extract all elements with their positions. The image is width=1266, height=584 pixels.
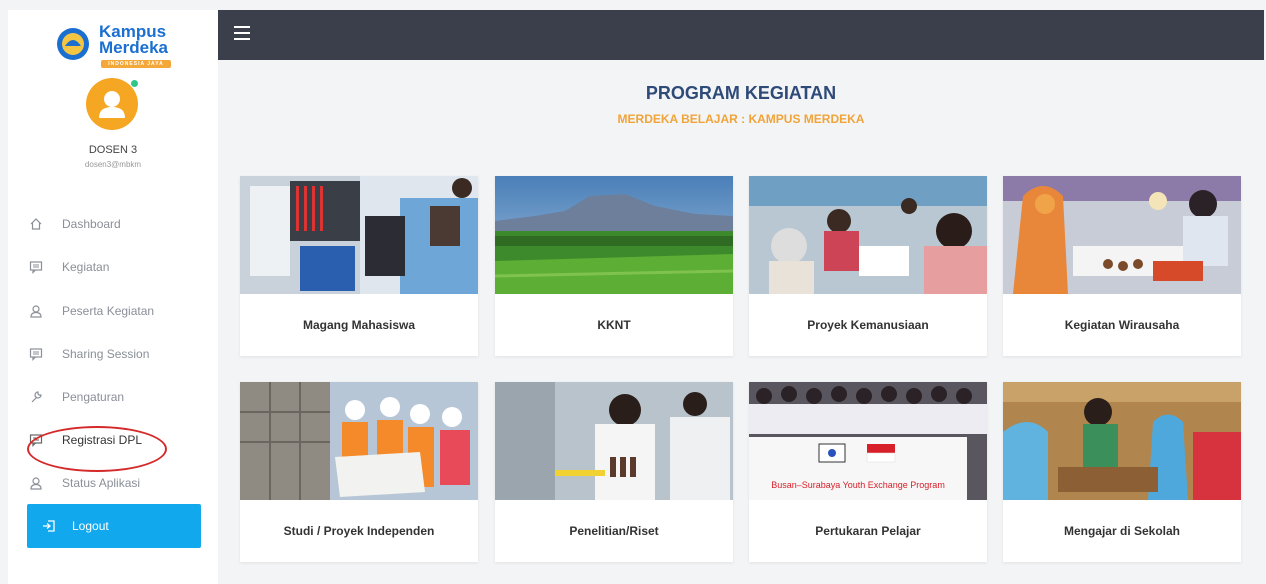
logo-emblem-icon — [57, 28, 89, 60]
chat-icon — [28, 346, 44, 362]
user-avatar-icon — [99, 91, 125, 118]
top-navbar — [218, 10, 1264, 60]
sidebar-item-label: Kegiatan — [62, 260, 110, 274]
wrench-icon — [28, 389, 44, 405]
user-icon — [28, 303, 44, 319]
program-image — [240, 382, 478, 500]
user-icon — [28, 475, 44, 491]
home-icon — [28, 216, 44, 232]
program-label: Magang Mahasiswa — [302, 318, 416, 332]
sidebar-item-kegiatan[interactable]: Kegiatan — [28, 254, 208, 280]
user-email: dosen3@mbkm — [84, 160, 142, 169]
logo-text-merdeka: Merdeka — [99, 38, 168, 57]
user-name: DOSEN 3 — [88, 144, 138, 156]
program-image — [749, 176, 987, 294]
program-card-penelitian[interactable]: Penelitian/Riset — [495, 382, 733, 562]
program-card-mengajar-sekolah[interactable]: Mengajar di Sekolah — [1003, 382, 1241, 562]
sidebar: Kampus Merdeka INDONESIA JAYA DOSEN 3 do… — [8, 10, 218, 584]
exchange-banner-text: Busan–Surabaya Youth Exchange Program — [771, 480, 945, 490]
chat-icon — [28, 259, 44, 275]
sidebar-item-label: Sharing Session — [62, 347, 150, 361]
kampus-merdeka-logo[interactable]: Kampus Merdeka INDONESIA JAYA — [55, 18, 185, 72]
program-label: Mengajar di Sekolah — [1063, 524, 1181, 538]
online-status-dot — [131, 80, 138, 87]
sidebar-item-pengaturan[interactable]: Pengaturan — [28, 384, 208, 410]
program-card-magang[interactable]: Magang Mahasiswa — [240, 176, 478, 356]
program-card-proyek-kemanusiaan[interactable]: Proyek Kemanusiaan — [749, 176, 987, 356]
program-label: Pertukaran Pelajar — [815, 524, 921, 538]
program-label: Proyek Kemanusiaan — [807, 318, 929, 332]
sidebar-item-label: Dashboard — [62, 217, 121, 231]
sidebar-item-status-aplikasi[interactable]: Status Aplikasi — [28, 470, 208, 496]
program-image — [495, 176, 733, 294]
avatar[interactable] — [86, 78, 138, 130]
highlight-annotation — [27, 426, 167, 472]
page-title: PROGRAM KEGIATAN — [645, 83, 837, 103]
logout-button[interactable]: Logout — [27, 504, 201, 548]
program-image: Busan–Surabaya Youth Exchange Program — [749, 382, 987, 500]
program-card-pertukaran-pelajar[interactable]: Busan–Surabaya Youth Exchange Program Pe… — [749, 382, 987, 562]
sidebar-item-label: Status Aplikasi — [62, 476, 141, 490]
program-label: KKNT — [597, 318, 631, 332]
program-image — [240, 176, 478, 294]
program-image — [1003, 382, 1241, 500]
logo-tagline: INDONESIA JAYA — [101, 60, 171, 68]
program-image — [1003, 176, 1241, 294]
sidebar-item-peserta-kegiatan[interactable]: Peserta Kegiatan — [28, 298, 208, 324]
sidebar-item-sharing-session[interactable]: Sharing Session — [28, 341, 208, 367]
program-label: Penelitian/Riset — [569, 524, 659, 538]
hamburger-menu-icon[interactable] — [234, 26, 250, 40]
program-label: Studi / Proyek Independen — [283, 524, 435, 538]
program-card-kknt[interactable]: KKNT — [495, 176, 733, 356]
program-card-wirausaha[interactable]: Kegiatan Wirausaha — [1003, 176, 1241, 356]
program-label: Kegiatan Wirausaha — [1064, 318, 1180, 332]
sidebar-item-dashboard[interactable]: Dashboard — [28, 211, 208, 237]
program-card-studi-independen[interactable]: Studi / Proyek Independen — [240, 382, 478, 562]
program-image — [495, 382, 733, 500]
logout-label: Logout — [72, 519, 109, 533]
logout-icon — [42, 518, 58, 534]
sidebar-item-label: Peserta Kegiatan — [62, 304, 155, 318]
page-subtitle: MERDEKA BELAJAR : KAMPUS MERDEKA — [617, 112, 865, 126]
sidebar-item-label: Pengaturan — [62, 390, 125, 404]
